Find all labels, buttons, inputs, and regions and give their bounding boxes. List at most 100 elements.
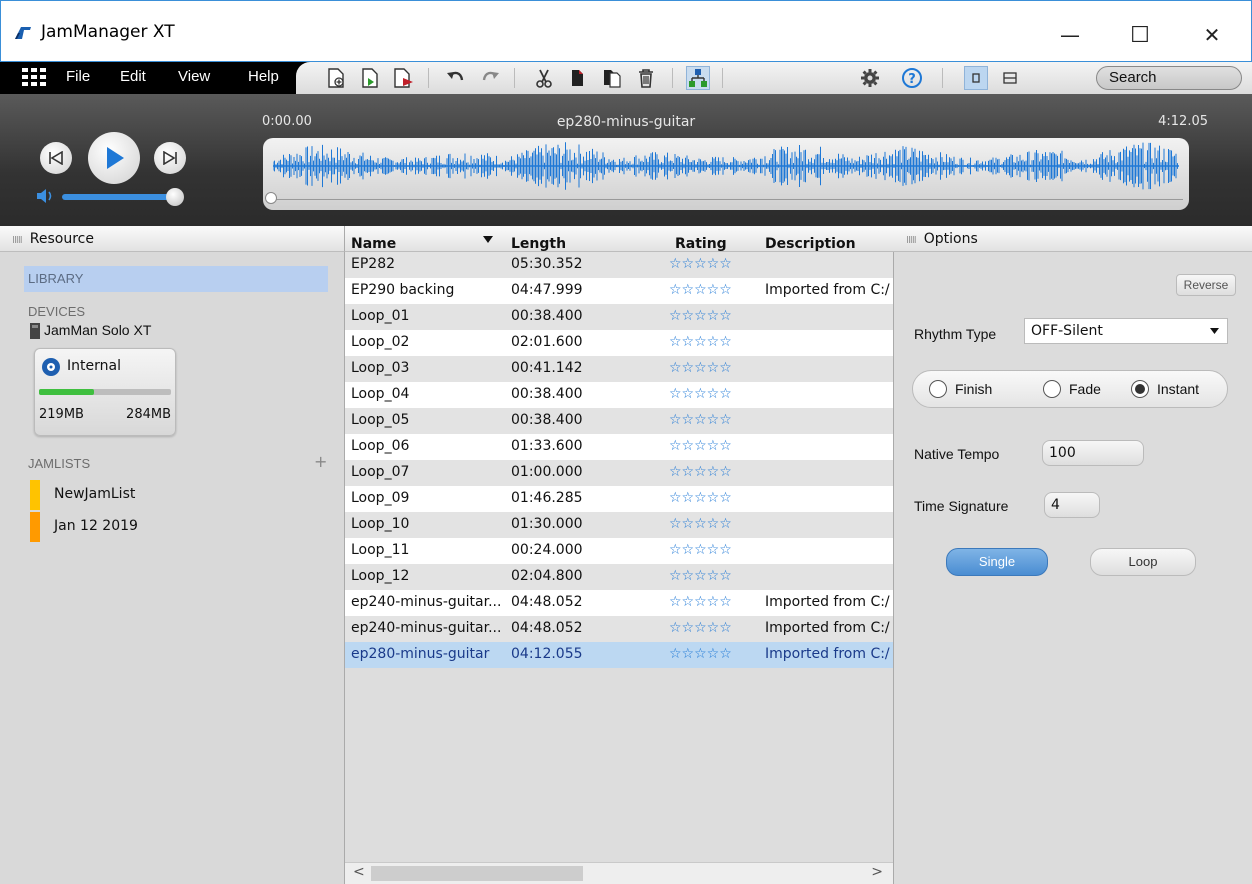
radio-finish[interactable] <box>929 380 947 398</box>
radio-finish-label[interactable]: Finish <box>955 381 992 397</box>
menu-help[interactable]: Help <box>248 68 279 85</box>
cell-length: 01:30.000 <box>511 516 583 532</box>
cell-rating[interactable]: ☆☆☆☆☆ <box>669 412 732 428</box>
cell-rating[interactable]: ☆☆☆☆☆ <box>669 620 732 636</box>
cell-rating[interactable]: ☆☆☆☆☆ <box>669 386 732 402</box>
cell-rating[interactable]: ☆☆☆☆☆ <box>669 360 732 376</box>
cell-rating[interactable]: ☆☆☆☆☆ <box>669 438 732 454</box>
cell-rating[interactable]: ☆☆☆☆☆ <box>669 516 732 532</box>
cell-rating[interactable]: ☆☆☆☆☆ <box>669 568 732 584</box>
close-button[interactable]: ✕ <box>1189 15 1235 55</box>
table-row[interactable]: Loop_12 02:04.800 ☆☆☆☆☆ <box>345 564 893 590</box>
redo-icon[interactable] <box>478 66 502 90</box>
radio-instant[interactable] <box>1131 380 1149 398</box>
settings-icon[interactable] <box>858 66 882 90</box>
volume-slider-handle[interactable] <box>166 188 184 206</box>
cell-length: 01:46.285 <box>511 490 583 506</box>
skip-forward-icon <box>163 151 177 165</box>
radio-fade[interactable] <box>1043 380 1061 398</box>
jamlist-item[interactable]: NewJamList <box>30 480 320 510</box>
volume-slider[interactable] <box>62 194 176 200</box>
table-row[interactable]: Loop_10 01:30.000 ☆☆☆☆☆ <box>345 512 893 538</box>
cell-rating[interactable]: ☆☆☆☆☆ <box>669 308 732 324</box>
maximize-button[interactable]: ☐ <box>1117 15 1163 55</box>
device-sync-icon[interactable] <box>686 66 710 90</box>
cell-name: ep280-minus-guitar <box>351 646 490 662</box>
scroll-left-button[interactable]: < <box>353 864 365 880</box>
minimize-button[interactable]: — <box>1047 15 1093 55</box>
table-row[interactable]: ep280-minus-guitar 04:12.055 ☆☆☆☆☆ Imported… <box>345 642 893 668</box>
cell-rating[interactable]: ☆☆☆☆☆ <box>669 334 732 350</box>
single-button[interactable]: Single <box>946 548 1048 576</box>
new-file-icon[interactable] <box>324 66 348 90</box>
copy-icon[interactable] <box>566 66 590 90</box>
cut-icon[interactable] <box>532 66 556 90</box>
table-row[interactable]: Loop_03 00:41.142 ☆☆☆☆☆ <box>345 356 893 382</box>
rhythm-type-label: Rhythm Type <box>914 326 997 342</box>
position-handle[interactable] <box>265 192 277 204</box>
table-header: Name Length Rating Description <box>344 226 894 252</box>
table-row[interactable]: Loop_05 00:38.400 ☆☆☆☆☆ <box>345 408 893 434</box>
sort-desc-icon[interactable] <box>483 236 493 243</box>
rhythm-type-select[interactable]: OFF-Silent <box>1024 318 1228 344</box>
time-signature-input[interactable]: 4 <box>1044 492 1100 518</box>
toolbar-separator <box>514 68 515 88</box>
table-row[interactable]: Loop_02 02:01.600 ☆☆☆☆☆ <box>345 330 893 356</box>
add-jamlist-button[interactable]: + <box>314 452 327 471</box>
horizontal-scrollbar[interactable]: < > <box>345 862 893 884</box>
library-item[interactable]: LIBRARY <box>24 266 328 292</box>
table-row[interactable]: ep240-minus-guitar... 04:48.052 ☆☆☆☆☆ Impor… <box>345 616 893 642</box>
reverse-button[interactable]: Reverse <box>1176 274 1236 296</box>
cell-rating[interactable]: ☆☆☆☆☆ <box>669 594 732 610</box>
grip-icon[interactable]: IIIII <box>906 235 917 246</box>
menu-view[interactable]: View <box>178 68 210 85</box>
import-icon[interactable] <box>358 66 382 90</box>
cell-rating[interactable]: ☆☆☆☆☆ <box>669 464 732 480</box>
loop-button[interactable]: Loop <box>1090 548 1196 576</box>
table-row[interactable]: EP290 backing 04:47.999 ☆☆☆☆☆ Imported from… <box>345 278 893 304</box>
table-row[interactable]: Loop_01 00:38.400 ☆☆☆☆☆ <box>345 304 893 330</box>
scrollbar-thumb[interactable] <box>371 866 583 881</box>
export-icon[interactable] <box>392 66 416 90</box>
paste-icon[interactable] <box>600 66 624 90</box>
radio-fade-label[interactable]: Fade <box>1069 381 1101 397</box>
device-name: JamMan Solo XT <box>44 322 152 338</box>
app-menu-grid-icon[interactable] <box>22 68 48 86</box>
help-icon[interactable]: ? <box>900 66 924 90</box>
split-view-icon[interactable] <box>998 66 1022 90</box>
next-track-button[interactable] <box>154 142 186 174</box>
previous-track-button[interactable] <box>40 142 72 174</box>
internal-storage-card[interactable]: Internal 219MB 284MB <box>34 348 176 436</box>
menu-file[interactable]: File <box>66 68 90 85</box>
table-row[interactable]: Loop_11 00:24.000 ☆☆☆☆☆ <box>345 538 893 564</box>
table-row[interactable]: Loop_06 01:33.600 ☆☆☆☆☆ <box>345 434 893 460</box>
stop-mode-group: Finish Fade Instant <box>912 370 1228 408</box>
search-input[interactable]: Search <box>1096 66 1242 90</box>
cell-rating[interactable]: ☆☆☆☆☆ <box>669 256 732 272</box>
radio-instant-label[interactable]: Instant <box>1157 381 1199 397</box>
cell-rating[interactable]: ☆☆☆☆☆ <box>669 542 732 558</box>
menu-edit[interactable]: Edit <box>120 68 146 85</box>
skip-back-icon <box>49 151 63 165</box>
waveform-display[interactable] <box>263 138 1189 210</box>
table-row[interactable]: Loop_04 00:38.400 ☆☆☆☆☆ <box>345 382 893 408</box>
table-row[interactable]: Loop_07 01:00.000 ☆☆☆☆☆ <box>345 460 893 486</box>
cell-length: 04:47.999 <box>511 282 583 298</box>
delete-icon[interactable] <box>634 66 658 90</box>
cell-length: 05:30.352 <box>511 256 583 272</box>
cell-rating[interactable]: ☆☆☆☆☆ <box>669 282 732 298</box>
cell-name: Loop_01 <box>351 308 410 324</box>
table-row[interactable]: ep240-minus-guitar... 04:48.052 ☆☆☆☆☆ Impor… <box>345 590 893 616</box>
play-button[interactable] <box>88 132 140 184</box>
native-tempo-input[interactable]: 100 <box>1042 440 1144 466</box>
single-view-icon[interactable] <box>964 66 988 90</box>
undo-icon[interactable] <box>444 66 468 90</box>
scroll-right-button[interactable]: > <box>871 864 883 880</box>
table-row[interactable]: Loop_09 01:46.285 ☆☆☆☆☆ <box>345 486 893 512</box>
cell-rating[interactable]: ☆☆☆☆☆ <box>669 490 732 506</box>
grip-icon[interactable]: IIIII <box>12 235 23 246</box>
jamlist-item[interactable]: Jan 12 2019 <box>30 512 320 542</box>
table-row[interactable]: EP282 05:30.352 ☆☆☆☆☆ <box>345 252 893 278</box>
cell-rating[interactable]: ☆☆☆☆☆ <box>669 646 732 662</box>
time-start: 0:00.00 <box>262 114 312 129</box>
